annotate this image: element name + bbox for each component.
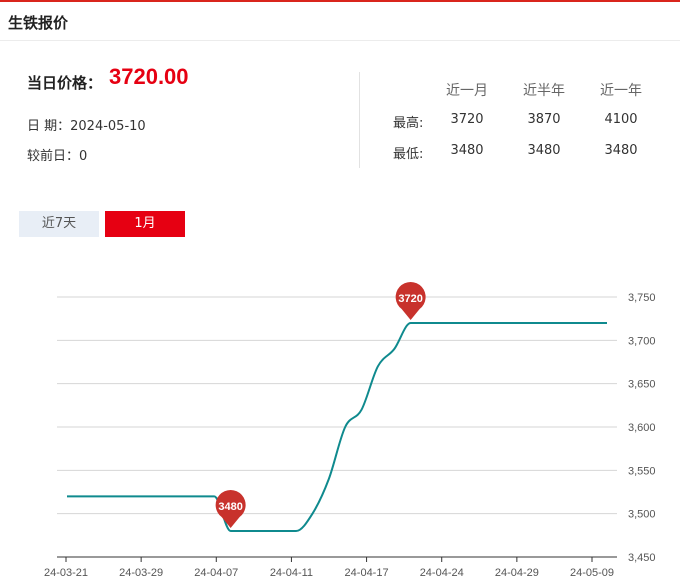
y-tick-label: 3,600: [628, 422, 656, 434]
stats-low-halfyear: 3480: [527, 143, 561, 158]
y-tick-label: 3,650: [628, 379, 656, 391]
tab-7-days[interactable]: 近7天: [19, 211, 99, 237]
x-tick-label: 24-03-29: [119, 567, 163, 579]
stats-low-month: 3480: [450, 143, 484, 158]
y-tick-label: 3,750: [628, 292, 656, 304]
x-tick-label: 24-04-17: [345, 567, 389, 579]
price-label: 当日价格：: [27, 74, 103, 92]
stats-row-low-label: 最低:: [393, 147, 424, 162]
price-line-chart: 3,450 3,500 3,550 3,600 3,650 3,700 3,750 24-03…: [44, 282, 656, 579]
stats-low-year: 3480: [604, 143, 638, 158]
pin-label: 3720: [398, 293, 422, 305]
x-tick-label: 24-05-09: [570, 567, 614, 579]
price-value: 3720.00: [109, 64, 189, 89]
stats-row-high-label: 最高:: [393, 116, 424, 131]
stats-col-month: 近一月: [446, 83, 488, 99]
x-tick-label: 24-04-07: [194, 567, 238, 579]
stats-high-year: 4100: [604, 112, 638, 127]
pin-label: 3480: [218, 501, 242, 513]
stats-col-year: 近一年: [600, 83, 642, 99]
date-line: 日 期：2024-05-10: [27, 119, 146, 134]
panel-title: 生铁报价: [8, 14, 69, 32]
x-tick-label: 24-03-21: [44, 567, 88, 579]
panel-header: 生铁报价: [0, 2, 680, 41]
tab-1-month[interactable]: 1月: [105, 211, 185, 237]
y-tick-label: 3,550: [628, 465, 656, 477]
x-tick-label: 24-04-11: [270, 567, 313, 579]
stats-col-halfyear: 近半年: [523, 83, 565, 99]
summary-divider: [359, 72, 360, 168]
x-tick-label: 24-04-29: [495, 567, 539, 579]
change-line: 较前日：0: [27, 149, 88, 164]
stats-high-halfyear: 3870: [527, 112, 561, 127]
y-tick-label: 3,450: [628, 552, 656, 564]
stats-high-month: 3720: [450, 112, 484, 127]
y-tick-label: 3,700: [628, 335, 656, 347]
x-tick-label: 24-04-24: [420, 567, 464, 579]
y-tick-label: 3,500: [628, 509, 656, 521]
